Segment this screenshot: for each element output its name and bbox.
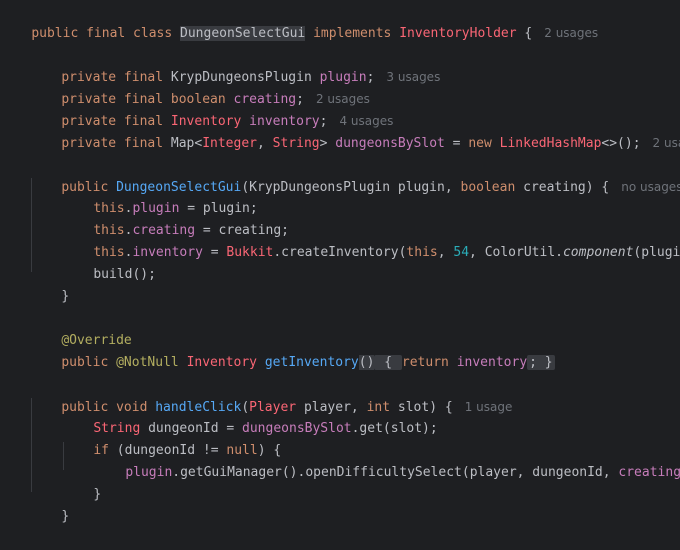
code-line-dungeon-id[interactable]: String dungeonId = dungeonsBySlot.get(sl… <box>62 396 680 436</box>
code-line-override[interactable]: @Override <box>30 308 680 348</box>
code-line-get-inventory[interactable]: public @NotNull Inventory getInventory()… <box>30 330 680 370</box>
code-line-assign-creating[interactable]: this.creating = creating; <box>62 198 680 238</box>
fold-region-close[interactable]: ; } <box>527 355 555 370</box>
code-editor[interactable]: public final class DungeonSelectGui impl… <box>0 0 680 524</box>
keyword: implements <box>305 26 400 41</box>
type-name: Map< <box>170 136 203 151</box>
code-line-assign-plugin[interactable]: this.plugin = plugin; <box>62 176 680 216</box>
annotation: @NotNull <box>116 355 187 370</box>
brace: } <box>61 509 70 524</box>
code-line-close-if[interactable]: } <box>62 462 680 502</box>
code-line-handle-click[interactable]: public void handleClick(Player player, i… <box>30 374 680 415</box>
code-line-field-creating[interactable]: private final boolean creating; 2 usages <box>30 66 680 107</box>
code-line-constructor[interactable]: public DungeonSelectGui(KrypDungeonsPlug… <box>30 154 680 195</box>
separator: , <box>257 136 273 151</box>
generic-type: String <box>272 136 320 151</box>
code-line-field-map[interactable]: private final Map<Integer, String> dunge… <box>30 110 680 151</box>
keyword: private final <box>61 136 171 151</box>
assign: = <box>444 136 469 151</box>
code-line-field-inventory[interactable]: private final Inventory inventory; 4 usag… <box>30 88 680 129</box>
usage-hint[interactable]: 2 usages <box>653 136 680 150</box>
keyword: new <box>468 136 500 151</box>
method-name[interactable]: getInventory <box>265 355 359 370</box>
code-line-close-brace[interactable]: } <box>30 264 680 304</box>
code-line-if[interactable]: if (dungeonId != null) { <box>62 418 680 458</box>
code-text: <>(); <box>601 136 641 151</box>
code-line-open-difficulty[interactable]: plugin.getGuiManager().openDifficultySel… <box>94 440 680 480</box>
brace: } <box>61 289 70 304</box>
type-name: Inventory <box>186 355 265 370</box>
code-line-assign-inventory[interactable]: this.inventory = Bukkit.createInventory(… <box>62 220 680 260</box>
class-name[interactable]: DungeonSelectGui <box>180 26 306 41</box>
brace: { <box>516 26 533 41</box>
fold-region-open[interactable]: { <box>374 355 402 370</box>
keyword: public final class <box>31 26 181 41</box>
field-name: dungeonsBySlot <box>335 136 445 151</box>
keyword: public <box>61 355 117 370</box>
field-name: inventory <box>456 355 528 370</box>
code-line-class-decl[interactable]: public final class DungeonSelectGui impl… <box>0 0 680 41</box>
code-line-close-method[interactable]: } <box>30 484 680 524</box>
interface-name[interactable]: InventoryHolder <box>399 26 516 41</box>
type-name: LinkedHashMap <box>499 136 602 151</box>
usage-hint[interactable]: 2 usages <box>544 26 598 40</box>
generic-type: Integer <box>202 136 257 151</box>
parens: () <box>358 355 375 370</box>
type-name: > <box>319 136 336 151</box>
keyword: return <box>401 355 457 370</box>
code-line-field-plugin[interactable]: private final KrypDungeonsPlugin plugin;… <box>30 44 680 85</box>
code-line-build[interactable]: build(); <box>62 242 680 282</box>
